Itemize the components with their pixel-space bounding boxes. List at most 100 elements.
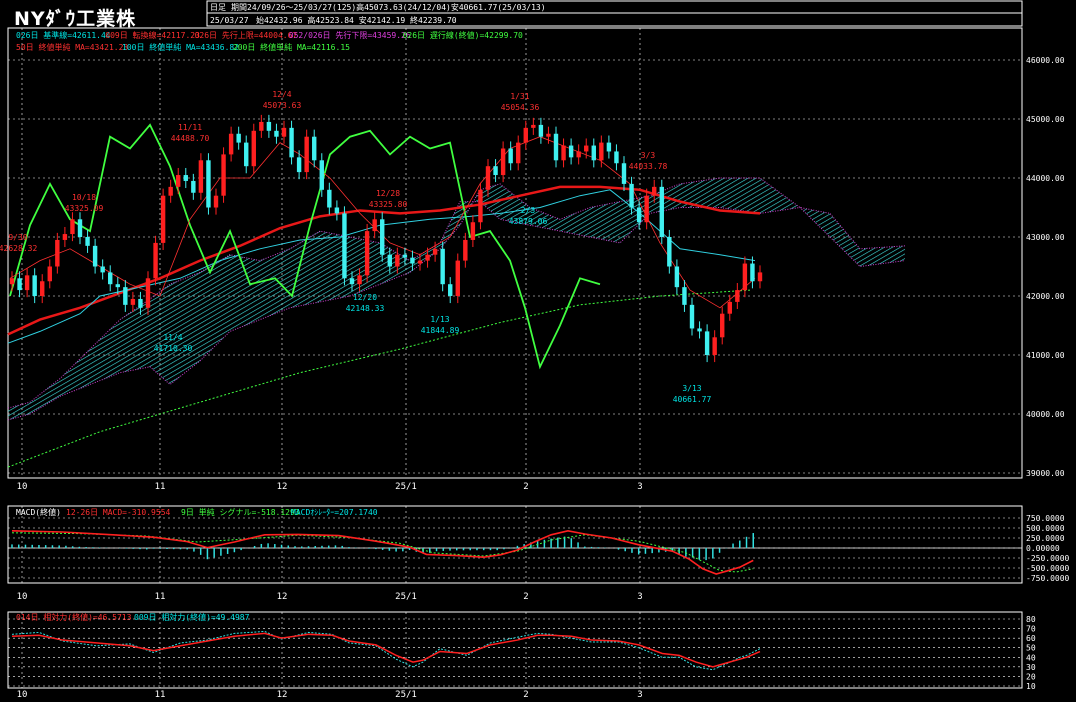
x-tick-label: 2	[523, 690, 528, 700]
candle-body	[463, 239, 468, 261]
peak-value-label: 43879.06	[509, 217, 548, 226]
candle-body	[516, 142, 521, 164]
candle-body	[228, 133, 234, 155]
candle-body	[24, 275, 30, 291]
peak-value-label: 44488.70	[171, 134, 210, 143]
candle-body	[115, 284, 120, 288]
candle-body	[17, 278, 22, 291]
x-tick-label: 2	[523, 592, 528, 602]
date-label: 25/03/27	[210, 16, 249, 25]
candle-body	[108, 272, 113, 285]
candle-body	[259, 121, 264, 131]
candle-body	[417, 260, 423, 264]
peak-date-label: 11/11	[178, 123, 202, 132]
candle-body	[47, 266, 52, 282]
price-tick-label: 42000.00	[1026, 292, 1065, 301]
candle-body	[198, 160, 204, 193]
candle-body	[561, 145, 566, 161]
rsi-tick-label: 20	[1026, 672, 1036, 681]
candle-body	[432, 248, 438, 255]
candle-body	[160, 195, 166, 243]
legend-ichimoku-1: 009日 転換線=42117.23	[105, 30, 200, 40]
candle-body	[735, 290, 740, 302]
macd-legend-2: 9日 単純 シグナル=-518.1293	[181, 507, 300, 517]
candle-body	[485, 166, 491, 190]
legend-ichimoku-4: 026日 遅行線(終値)=42299.70	[403, 30, 523, 40]
price-tick-label: 43000.00	[1026, 233, 1065, 242]
candle-body	[319, 160, 324, 190]
candle-body	[213, 195, 219, 208]
macd-legend-0: MACD(終値)	[16, 507, 61, 517]
candle-body	[697, 328, 702, 332]
candle-body	[636, 207, 642, 223]
peak-date-label: 12/28	[376, 189, 400, 198]
candle-body	[440, 248, 445, 285]
candle-body	[221, 154, 226, 196]
candle-body	[546, 133, 551, 137]
candle-body	[251, 130, 256, 167]
peak-date-label: 3/3	[641, 151, 656, 160]
candle-body	[153, 242, 158, 279]
candle-body	[410, 257, 415, 264]
rsi-tick-label: 50	[1026, 644, 1036, 653]
legend-ichimoku-3: 052/026日 先行下限=43459.26	[289, 30, 411, 40]
legend-ichimoku-0: 026日 基準線=42611.44	[16, 30, 111, 40]
macd-line	[11, 529, 754, 575]
price-tick-label: 46000.00	[1026, 56, 1065, 65]
peak-date-label: 11/4	[163, 333, 182, 342]
macd-tick-label: -750.0000	[1026, 574, 1070, 583]
x-tick-label: 11	[155, 592, 166, 602]
peak-date-label: 9/30	[8, 233, 27, 242]
peak-value-label: 41844.89	[421, 326, 460, 335]
candle-body	[304, 136, 309, 173]
candle-body	[296, 157, 302, 173]
candle-body	[576, 151, 581, 158]
candle-body	[425, 254, 430, 261]
candle-body	[523, 127, 528, 143]
peak-date-label: 12/20	[353, 293, 377, 302]
candle-body	[364, 231, 370, 276]
candle-body	[138, 298, 143, 308]
rsi-tick-label: 40	[1026, 653, 1036, 662]
candle-body	[674, 266, 680, 288]
macd-signal-line	[11, 532, 754, 573]
candle-body	[742, 263, 748, 291]
candle-body	[455, 260, 460, 296]
macd-legend-3: MACDｵｼﾚｰﾀｰ=207.1740	[291, 508, 378, 517]
candle-body	[55, 239, 60, 267]
candle-body	[599, 142, 604, 161]
legend-ma-1: 100日 終値単純 MA=43436.82	[122, 42, 239, 52]
candle-body	[531, 124, 536, 128]
candle-body	[591, 145, 596, 161]
candle-body	[712, 337, 717, 355]
peak-date-label: 12/4	[272, 90, 291, 99]
candle-body	[123, 287, 128, 305]
rsi-legend-1: 009日 相対力(終値)=49.4987	[134, 612, 250, 622]
chart-svg: 日足 期間24/09/26～25/03/27(125)高45073.63(24/1…	[0, 0, 1070, 700]
peak-value-label: 42628.32	[0, 244, 37, 253]
candle-body	[689, 304, 695, 329]
peak-date-label: 10/18	[72, 193, 96, 202]
peak-date-label: 2/3	[521, 206, 536, 215]
legend-ma-0: 50日 終値単純 MA=43421.23	[16, 42, 128, 52]
candle-body	[70, 219, 75, 235]
macd-tick-label: 500.0000	[1026, 524, 1065, 533]
candle-body	[342, 213, 347, 279]
chart-kind-label: 日足	[210, 3, 226, 12]
candle-body	[85, 237, 90, 246]
ma200-line	[7, 289, 751, 468]
rsi-tick-label: 10	[1026, 682, 1036, 691]
rsi-tick-label: 30	[1026, 663, 1036, 672]
chart-stage: NYﾀﾞｳ工業株 日足 期間24/09/26～25/03/27(125)高4507…	[0, 0, 1076, 702]
x-tick-label: 11	[155, 690, 166, 700]
candle-body	[191, 180, 196, 193]
candle-body	[145, 278, 151, 308]
candle-body	[281, 127, 287, 137]
candle-body	[629, 183, 634, 208]
candle-body	[130, 298, 136, 305]
peak-value-label: 41710.30	[154, 344, 193, 353]
candle-body	[244, 142, 249, 167]
peak-value-label: 43325.80	[369, 200, 408, 209]
macd-tick-label: -500.0000	[1026, 564, 1070, 573]
peak-value-label: 42148.33	[346, 304, 385, 313]
